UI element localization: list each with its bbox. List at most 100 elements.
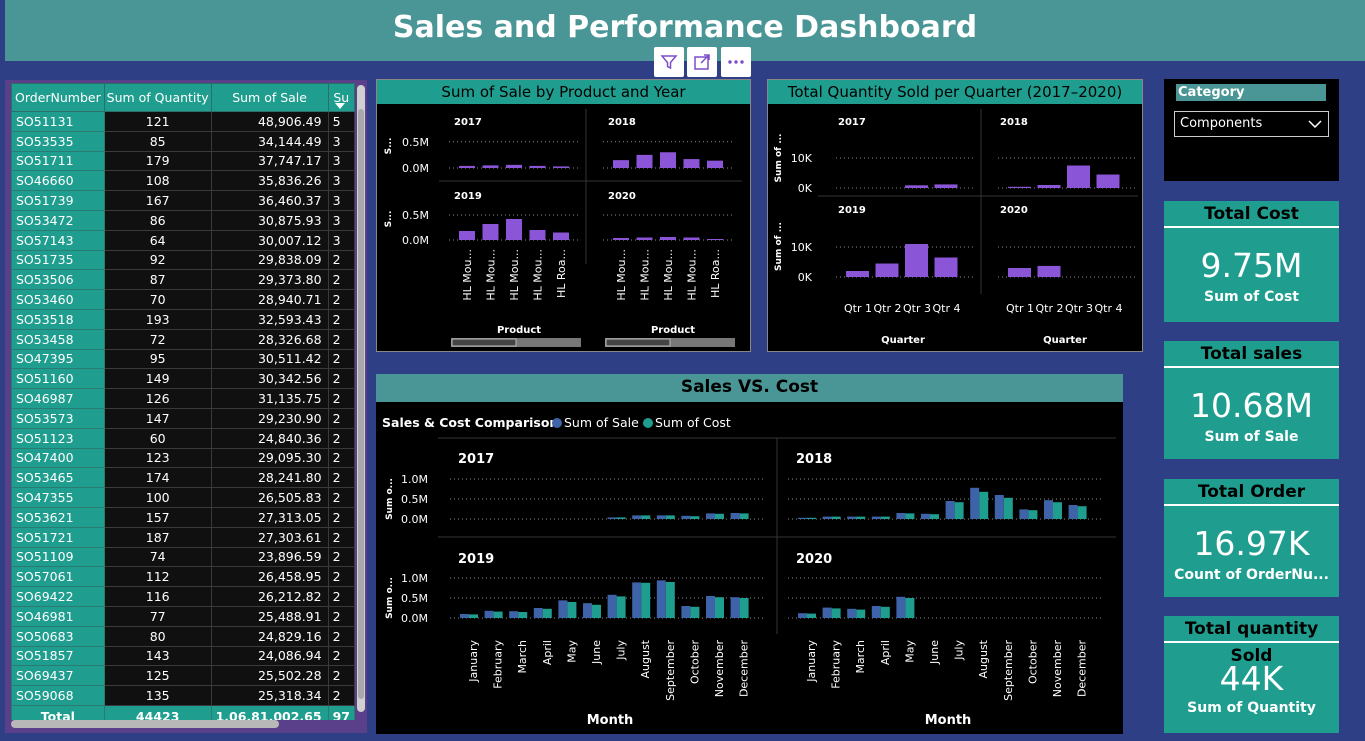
table-row[interactable]: SO53535 85 34,144.49 3: [11, 130, 355, 152]
bar-sale: [921, 513, 930, 519]
bar: [529, 230, 546, 240]
table-row[interactable]: SO53465 174 28,241.80 2: [11, 467, 355, 489]
table-row[interactable]: SO53621 157 27,313.05 2: [11, 506, 355, 528]
sale-by-product-chart[interactable]: Sum of Sale by Product and Year 2017 0.0M…: [376, 79, 751, 352]
table-row[interactable]: SO51857 143 24,086.94 2: [11, 645, 355, 667]
table-cell: 32,593.43: [210, 308, 329, 330]
x-axis-label: Month: [925, 713, 972, 728]
table-row[interactable]: SO53518 193 32,593.43 2: [11, 308, 355, 330]
table-cell: 2: [327, 348, 355, 370]
y-tick-label: 0K: [798, 271, 813, 284]
table-cell: SO47355: [11, 487, 105, 508]
table-cell: 3: [327, 229, 355, 251]
table-row[interactable]: SO53458 72 28,326.68 2: [11, 328, 355, 350]
filter-button[interactable]: [654, 47, 684, 77]
column-header-sum-of-quantity[interactable]: Sum of Quantity: [103, 83, 212, 112]
table-vertical-scrollbar[interactable]: [357, 85, 365, 712]
table-cell: 24,829.16: [210, 625, 329, 647]
scrollbar-thumb[interactable]: [358, 109, 364, 699]
more-options-icon: [728, 60, 744, 64]
table-row[interactable]: SO51735 92 29,838.09 2: [11, 249, 355, 271]
column-header-sum-of-cost[interactable]: Su: [327, 83, 355, 112]
bar-cost: [905, 513, 915, 519]
kpi-total-cost: Total Cost 9.75M Sum of Cost: [1164, 201, 1339, 322]
bar: [459, 165, 475, 168]
table-row[interactable]: SO51160 149 30,342.56 2: [11, 368, 355, 390]
table-row[interactable]: SO53472 86 30,875.93 3: [11, 209, 355, 231]
table-row[interactable]: SO51131 121 48,906.49 5: [11, 111, 355, 132]
table-row[interactable]: SO46987 126 31,135.75 2: [11, 388, 355, 409]
x-tick-label: July: [953, 640, 966, 661]
table-cell: 60: [103, 427, 212, 449]
table-row[interactable]: SO69437 125 25,502.28 2: [11, 665, 355, 687]
table-row[interactable]: SO47395 95 30,511.42 2: [11, 348, 355, 370]
table-row[interactable]: SO51739 167 36,460.37 3: [11, 190, 355, 211]
quantity-by-quarter-chart[interactable]: Total Quantity Sold per Quarter (2017–20…: [767, 79, 1143, 352]
column-header-sum-of-sale[interactable]: Sum of Sale: [210, 83, 329, 112]
table-row[interactable]: SO46981 77 25,488.91 2: [11, 605, 355, 627]
bar-cost: [542, 608, 552, 618]
bar: [613, 238, 629, 240]
table-horizontal-scrollbar[interactable]: [11, 720, 279, 728]
table-cell: 3: [327, 190, 355, 211]
table-row[interactable]: SO51109 74 23,896.59 2: [11, 546, 355, 568]
bar: [683, 237, 700, 240]
table-cell: 2: [327, 407, 355, 429]
kpi-subtitle: Count of OrderNu...: [1174, 567, 1329, 583]
bar-cost: [641, 582, 651, 618]
focus-mode-button[interactable]: [687, 47, 717, 77]
table-cell: 24,086.94: [210, 645, 329, 667]
table-cell: SO47395: [11, 348, 105, 370]
table-row[interactable]: SO46660 108 35,836.26 3: [11, 170, 355, 192]
bar-sale: [1019, 509, 1029, 519]
orders-table[interactable]: OrderNumber Sum of Quantity Sum of Sale …: [11, 83, 355, 720]
bar-sale: [681, 515, 691, 519]
table-row[interactable]: SO57143 64 30,007.12 3: [11, 229, 355, 251]
table-row[interactable]: SO59068 135 25,318.34 2: [11, 685, 355, 706]
y-axis-label: Sum o...: [385, 577, 395, 619]
bar-cost: [979, 491, 989, 519]
x-tick-label: February: [492, 640, 505, 689]
table-cell: SO51123: [11, 427, 105, 449]
table-row[interactable]: SO47400 123 29,095.30 2: [11, 447, 355, 469]
table-row[interactable]: SO50683 80 24,829.16 2: [11, 625, 355, 647]
x-tick-label: HL Mou...: [639, 249, 652, 301]
table-row[interactable]: SO69422 116 26,212.82 2: [11, 586, 355, 607]
x-tick-label: HL Mou...: [461, 249, 474, 301]
table-row[interactable]: SO53506 87 29,373.80 2: [11, 269, 355, 291]
x-tick-label: Qtr 4: [1095, 302, 1123, 315]
table-cell: 3: [327, 130, 355, 152]
table-cell: 174: [103, 467, 212, 489]
bar-cost: [880, 516, 890, 519]
table-row[interactable]: SO47355 100 26,505.83 2: [11, 487, 355, 508]
table-cell: SO53573: [11, 407, 105, 429]
table-cell: 77: [103, 605, 212, 627]
x-tick-label: April: [879, 640, 892, 665]
scrollbar-thumb: [605, 338, 671, 347]
chevron-down-icon: [1308, 120, 1322, 129]
panel-label: 2017: [458, 452, 494, 467]
bar: [934, 257, 958, 277]
bar-cost: [616, 517, 626, 519]
table-cell: 2: [327, 388, 355, 409]
column-header-ordernumber[interactable]: OrderNumber: [11, 83, 105, 112]
sales-vs-cost-chart[interactable]: Sales & Cost Comparison Sum of Sale Sum of…: [376, 402, 1123, 734]
table-row[interactable]: SO57061 112 26,458.95 2: [11, 566, 355, 588]
x-tick-label: November: [713, 640, 726, 698]
table-row[interactable]: SO53573 147 29,230.90 2: [11, 407, 355, 429]
x-tick-label: Qtr 1: [1006, 302, 1034, 315]
table-row[interactable]: SO53460 70 28,940.71 2: [11, 289, 355, 310]
more-options-button[interactable]: [721, 47, 751, 77]
kpi-subtitle: Sum of Quantity: [1187, 700, 1316, 716]
table-row[interactable]: SO51123 60 24,840.36 2: [11, 427, 355, 449]
x-tick-label: HL Mou...: [662, 249, 675, 301]
kpi-total-order: Total Order 16.97K Count of OrderNu...: [1164, 479, 1339, 597]
category-dropdown[interactable]: Components: [1174, 111, 1329, 137]
table-row[interactable]: SO51721 187 27,303.61 2: [11, 526, 355, 548]
table-row[interactable]: SO51711 179 37,747.17 3: [11, 150, 355, 172]
bar: [1008, 268, 1031, 277]
panel-label: 2019: [458, 552, 494, 567]
bar-sale: [994, 495, 1004, 519]
table-cell: SO53621: [11, 506, 105, 528]
chart-title: Sum of Sale by Product and Year: [377, 80, 750, 104]
